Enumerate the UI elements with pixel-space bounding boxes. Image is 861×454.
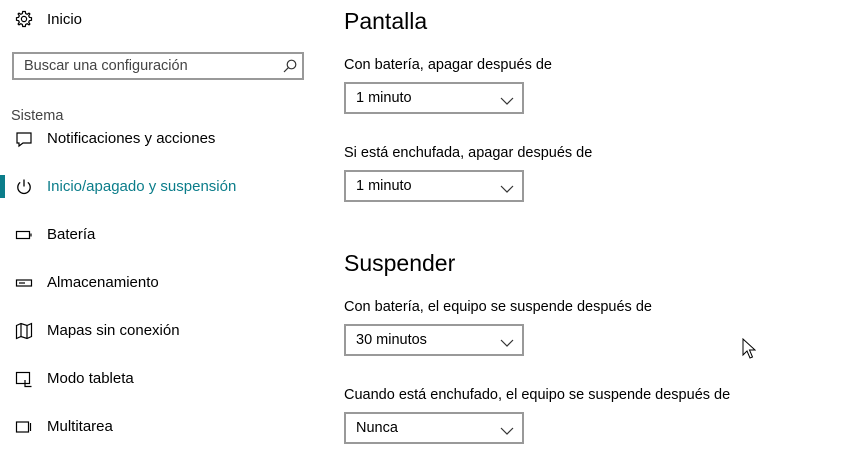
sidebar-item-notifications[interactable]: Notificaciones y acciones [0,130,320,159]
storage-icon [15,274,33,292]
sidebar-item-tablet-mode[interactable]: Modo tableta [0,359,320,399]
dropdown-value: 1 minuto [356,90,412,106]
gear-icon [15,10,33,28]
notification-icon [15,130,33,148]
screen-battery-label: Con batería, apagar después de [344,57,552,73]
sidebar: Inicio Sistema No [0,0,320,454]
section-label-system: Sistema [11,108,64,124]
sleep-battery-label: Con batería, el equipo se suspende despu… [344,299,652,315]
power-icon [15,178,33,196]
sidebar-item-label: Inicio/apagado y suspensión [47,178,237,195]
mouse-pointer-icon [742,337,757,360]
section-title-sleep: Suspender [344,250,456,276]
tablet-mode-icon [15,370,33,388]
sidebar-item-storage[interactable]: Almacenamiento [0,263,320,303]
chevron-down-icon [500,93,514,105]
search-icon[interactable] [282,58,298,74]
battery-icon [15,226,33,244]
multitasking-icon [15,418,33,436]
chevron-down-icon [500,181,514,193]
sidebar-item-label: Multitarea [47,418,113,435]
sidebar-item-label: Almacenamiento [47,274,159,291]
screen-battery-dropdown[interactable]: 1 minuto [344,82,524,114]
sidebar-item-label: Mapas sin conexión [47,322,180,339]
home-label: Inicio [47,11,83,28]
section-title-screen: Pantalla [344,8,428,34]
sleep-battery-dropdown[interactable]: 30 minutos [344,324,524,356]
sidebar-item-label: Notificaciones y acciones [47,130,216,147]
search-input[interactable] [14,54,288,78]
dropdown-value: 30 minutos [356,332,427,348]
sleep-plugged-dropdown[interactable]: Nunca [344,412,524,444]
chevron-down-icon [500,335,514,347]
chevron-down-icon [500,423,514,435]
screen-plugged-dropdown[interactable]: 1 minuto [344,170,524,202]
sidebar-item-label: Batería [47,226,96,243]
sidebar-item-power-sleep[interactable]: Inicio/apagado y suspensión [0,167,320,207]
sleep-plugged-label: Cuando está enchufado, el equipo se susp… [344,387,731,403]
main-content: Pantalla Con batería, apagar después de … [320,0,861,454]
map-icon [15,322,33,340]
settings-window: Inicio Sistema No [0,0,861,454]
search-box[interactable] [12,52,304,80]
sidebar-item-offline-maps[interactable]: Mapas sin conexión [0,311,320,351]
sidebar-item-battery[interactable]: Batería [0,215,320,255]
sidebar-item-label: Modo tableta [47,370,134,387]
sidebar-nav: Notificaciones y acciones Inicio/apagado… [0,130,320,454]
dropdown-value: Nunca [356,420,398,436]
dropdown-value: 1 minuto [356,178,412,194]
selection-indicator [0,175,5,198]
sidebar-item-multitasking[interactable]: Multitarea [0,407,320,447]
screen-plugged-label: Si está enchufada, apagar después de [344,145,593,161]
home-nav-item[interactable]: Inicio [0,6,320,34]
